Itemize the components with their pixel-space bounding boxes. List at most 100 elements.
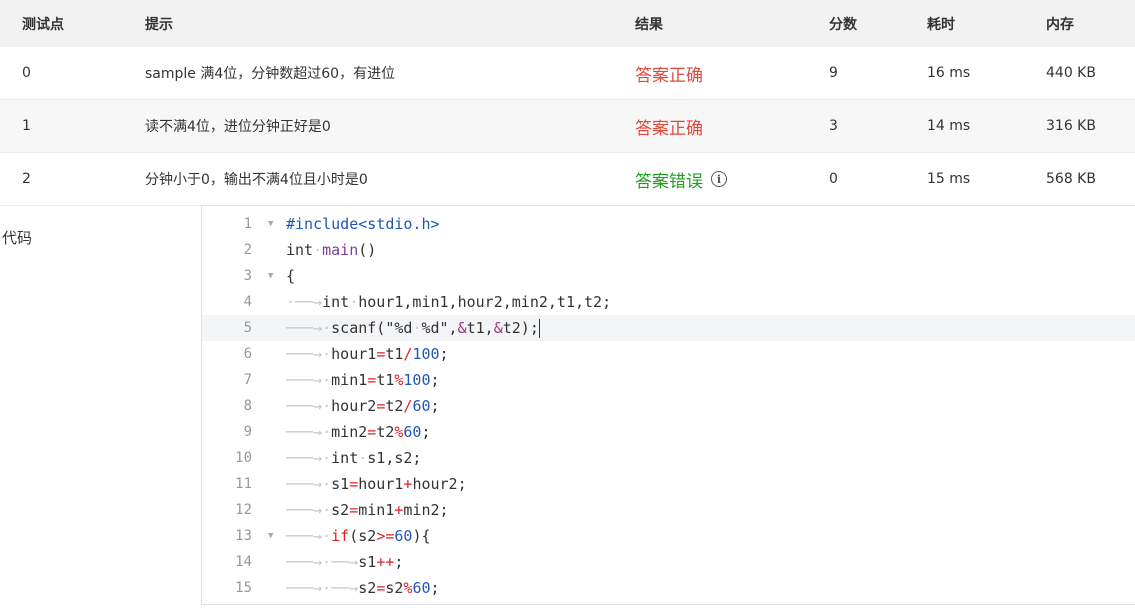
header-memory: 内存 — [1046, 16, 1074, 33]
line-number: 8 — [243, 398, 252, 414]
code-token: & — [457, 319, 467, 337]
whitespace-marker: · — [349, 293, 359, 311]
test-hint: sample 满4位，分钟数超过60，有进位 — [145, 66, 396, 82]
code-editor[interactable]: 1 ▼ #include<stdio.h> 2 int·main() 3 ▼{4 ·──→in… — [201, 205, 1135, 605]
line-number: 9 — [243, 424, 252, 440]
whitespace-marker: ───→·──→ — [286, 553, 359, 571]
code-line[interactable]: 7 ───→·min1=t1%100; — [202, 367, 1135, 393]
whitespace-marker: · — [358, 449, 368, 467]
whitespace-marker: ───→· — [286, 397, 332, 415]
code-token: #include<stdio.h> — [286, 215, 440, 233]
code-token: 60 — [394, 527, 413, 545]
code-token: min1 — [331, 371, 368, 389]
code-token: t1 — [385, 345, 404, 363]
code-line[interactable]: 13 ▼ ───→·if(s2>=60){ — [202, 523, 1135, 549]
code-line[interactable]: 9 ───→·min2=t2%60; — [202, 419, 1135, 445]
code-token: s1 — [358, 553, 377, 571]
code-line[interactable]: 12 ───→·s2=min1+min2; — [202, 497, 1135, 523]
code-line[interactable]: 3 ▼ { — [202, 263, 1135, 289]
score: 9 — [829, 65, 838, 81]
header-score: 分数 — [829, 16, 857, 33]
code-token: s2 — [331, 501, 350, 519]
header-result: 结果 — [635, 16, 663, 33]
code-token: min2; — [403, 501, 449, 519]
code-token: ; — [439, 345, 449, 363]
whitespace-marker: ───→· — [286, 475, 332, 493]
code-line[interactable]: 5 ───→·scanf("%d·%d",&t1,&t2); — [202, 315, 1135, 341]
code-token: (s2 — [349, 527, 377, 545]
code-text: ───→·s1=hour1+hour2; — [286, 471, 467, 497]
code-token: ; — [430, 397, 440, 415]
table-header: 测试点 提示 结果 分数 耗时 内存 — [0, 0, 1135, 47]
fold-arrow-icon[interactable]: ▼ — [268, 211, 273, 237]
code-token: 60 — [403, 423, 422, 441]
code-token: int — [286, 241, 314, 259]
code-text: ·──→int·hour1,min1,hour2,min2,t1,t2; — [286, 289, 611, 315]
code-line[interactable]: 6 ───→·hour1=t1/100; — [202, 341, 1135, 367]
code-line[interactable]: 2 int·main() — [202, 237, 1135, 263]
line-number: 7 — [243, 372, 252, 388]
code-line[interactable]: 14 ───→·──→s1++; — [202, 549, 1135, 575]
code-token: ){ — [412, 527, 431, 545]
code-text: ───→·if(s2>=60){ — [286, 523, 431, 549]
code-line[interactable]: 10 ───→·int·s1,s2; — [202, 445, 1135, 471]
code-token: min2 — [331, 423, 368, 441]
code-token: hour1 — [331, 345, 377, 363]
result-status: 答案错误 — [635, 171, 703, 192]
test-hint: 分钟小于0，输出不满4位且小时是0 — [145, 172, 368, 188]
whitespace-marker: ·──→ — [286, 293, 323, 311]
code-line[interactable]: 11 ───→·s1=hour1+hour2; — [202, 471, 1135, 497]
fold-arrow-icon[interactable]: ▼ — [268, 523, 273, 549]
time-used: 14 ms — [927, 118, 971, 134]
code-token: 100 — [412, 345, 440, 363]
code-text: ───→·hour2=t2/60; — [286, 393, 440, 419]
code-token: ++ — [376, 553, 395, 571]
code-token: int — [331, 449, 359, 467]
line-number: 15 — [235, 580, 252, 596]
code-token: t1 — [376, 371, 395, 389]
code-text: ───→·hour1=t1/100; — [286, 341, 449, 367]
result-status: 答案正确 — [635, 65, 703, 86]
code-text: ───→·min2=t2%60; — [286, 419, 431, 445]
fold-arrow-icon[interactable]: ▼ — [268, 263, 273, 289]
code-line[interactable]: 8 ───→·hour2=t2/60; — [202, 393, 1135, 419]
whitespace-marker: ───→· — [286, 319, 332, 337]
code-text: ───→·min1=t1%100; — [286, 367, 440, 393]
code-line[interactable]: 15 ───→·──→s2=s2%60; — [202, 575, 1135, 601]
whitespace-marker: ───→· — [286, 371, 332, 389]
line-number: 14 — [235, 554, 252, 570]
code-token: t2); — [502, 319, 539, 337]
whitespace-marker: · — [313, 241, 323, 259]
code-token: = — [367, 423, 377, 441]
result-status-cell: 答案错误 i — [635, 153, 727, 205]
results-table: 测试点 提示 结果 分数 耗时 内存 0 sample 满4位，分钟数超过60，… — [0, 0, 1135, 206]
code-token: >= — [376, 527, 395, 545]
test-point-id: 0 — [22, 65, 31, 81]
memory-used: 316 KB — [1046, 118, 1096, 134]
code-text: ───→·──→s2=s2%60; — [286, 575, 440, 601]
info-circle-icon[interactable]: i — [711, 171, 727, 187]
test-point-id: 1 — [22, 118, 31, 134]
code-token: main — [322, 241, 359, 259]
code-token: s2 — [385, 579, 404, 597]
time-used: 16 ms — [927, 65, 971, 81]
code-line[interactable]: 1 ▼ #include<stdio.h> — [202, 211, 1135, 237]
memory-used: 440 KB — [1046, 65, 1096, 81]
line-number: 5 — [243, 320, 252, 336]
code-section-label: 代码 — [2, 229, 33, 247]
code-token: { — [286, 267, 296, 285]
code-line[interactable]: 4 ·──→int·hour1,min1,hour2,min2,t1,t2; — [202, 289, 1135, 315]
result-status: 答案正确 — [635, 118, 703, 139]
code-token: ; — [421, 423, 431, 441]
line-number: 2 — [243, 242, 252, 258]
table-row: 2 分钟小于0，输出不满4位且小时是0 答案错误 i 0 15 ms 568 K… — [0, 153, 1135, 206]
code-token: scanf("%d — [331, 319, 413, 337]
line-number: 4 — [243, 294, 252, 310]
code-token: int — [322, 293, 350, 311]
code-token: = — [349, 475, 359, 493]
code-token: = — [349, 501, 359, 519]
code-token: 60 — [412, 397, 431, 415]
header-test-point: 测试点 — [22, 16, 64, 33]
code-token: & — [493, 319, 503, 337]
code-token: %d", — [421, 319, 458, 337]
